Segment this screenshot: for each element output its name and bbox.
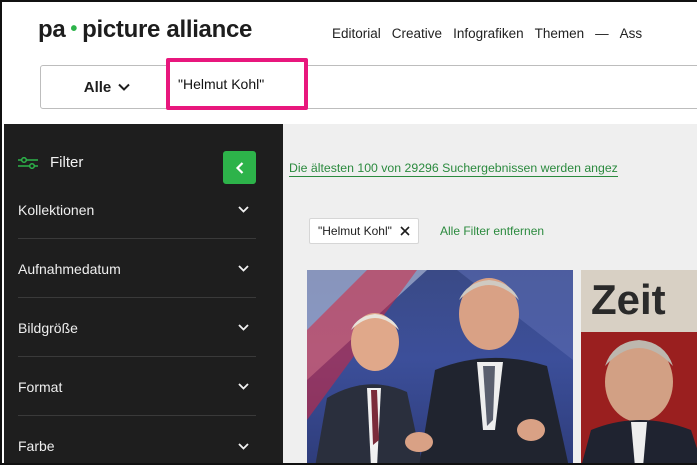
search-scope-dropdown[interactable]: Alle <box>41 66 174 108</box>
facet-aufnahmedatum[interactable]: Aufnahmedatum <box>18 240 256 298</box>
app-frame: pa • picture alliance Editorial Creative I… <box>0 0 697 465</box>
result-thumbnail[interactable] <box>307 270 573 463</box>
thumb-headline: Zeit <box>591 276 666 323</box>
nav-ass[interactable]: Ass <box>620 26 643 41</box>
close-icon[interactable] <box>400 226 410 236</box>
chevron-down-icon <box>238 324 249 331</box>
chevron-down-icon <box>118 83 130 91</box>
header: pa • picture alliance Editorial Creative I… <box>2 2 697 124</box>
facet-label: Farbe <box>18 438 55 454</box>
logo-pa: pa <box>38 16 66 43</box>
facet-label: Aufnahmedatum <box>18 260 121 277</box>
logo-dot: • <box>70 18 78 40</box>
photo-two-politicians <box>307 270 573 463</box>
chevron-left-icon <box>235 161 243 174</box>
search-scope-label: Alle <box>83 78 112 96</box>
logo-picture-alliance: picture alliance <box>82 16 253 43</box>
brand-logo[interactable]: pa • picture alliance <box>38 16 252 44</box>
photo-kohl-portrait: Zeit <box>581 270 697 463</box>
collapse-sidebar-button[interactable] <box>223 151 256 184</box>
nav-editorial[interactable]: Editorial <box>332 26 381 41</box>
clear-all-filters-link[interactable]: Alle Filter entfernen <box>440 224 544 238</box>
chevron-down-icon <box>238 206 249 213</box>
facet-label: Format <box>18 378 63 395</box>
facet-kollektionen[interactable]: Kollektionen <box>18 181 256 239</box>
filter-heading: Filter <box>18 154 83 171</box>
facet-format[interactable]: Format <box>18 358 256 416</box>
results-area: Die ältesten 100 von 29296 Suchergebniss… <box>283 124 697 463</box>
filter-label: Filter <box>50 154 84 171</box>
chevron-down-icon <box>238 442 249 450</box>
facet-label: Bildgröße <box>18 319 78 336</box>
active-filter-chip-label: "Helmut Kohl" <box>318 224 392 238</box>
active-filter-chip: "Helmut Kohl" <box>309 218 419 244</box>
chevron-down-icon <box>238 265 249 272</box>
results-count-note[interactable]: Die ältesten 100 von 29296 Suchergebniss… <box>289 161 618 177</box>
search-query-highlight <box>166 58 308 110</box>
main-nav: Editorial Creative Infografiken Themen —… <box>332 26 642 41</box>
sliders-icon <box>18 156 38 169</box>
result-thumbnail[interactable]: Zeit <box>581 270 697 463</box>
nav-creative[interactable]: Creative <box>392 26 442 41</box>
chevron-down-icon <box>238 383 249 390</box>
nav-separator: — <box>595 26 609 41</box>
facet-farbe[interactable]: Farbe <box>18 417 256 463</box>
facet-label: Kollektionen <box>18 201 95 218</box>
nav-themen[interactable]: Themen <box>535 26 585 41</box>
search-bar: Alle <box>40 58 697 110</box>
filter-sidebar: Filter Kollektionen Aufnahmedatum Bildgr… <box>4 124 283 463</box>
nav-infografiken[interactable]: Infografiken <box>453 26 524 41</box>
facet-bildgroesse[interactable]: Bildgröße <box>18 299 256 357</box>
search-input[interactable] <box>178 76 302 92</box>
